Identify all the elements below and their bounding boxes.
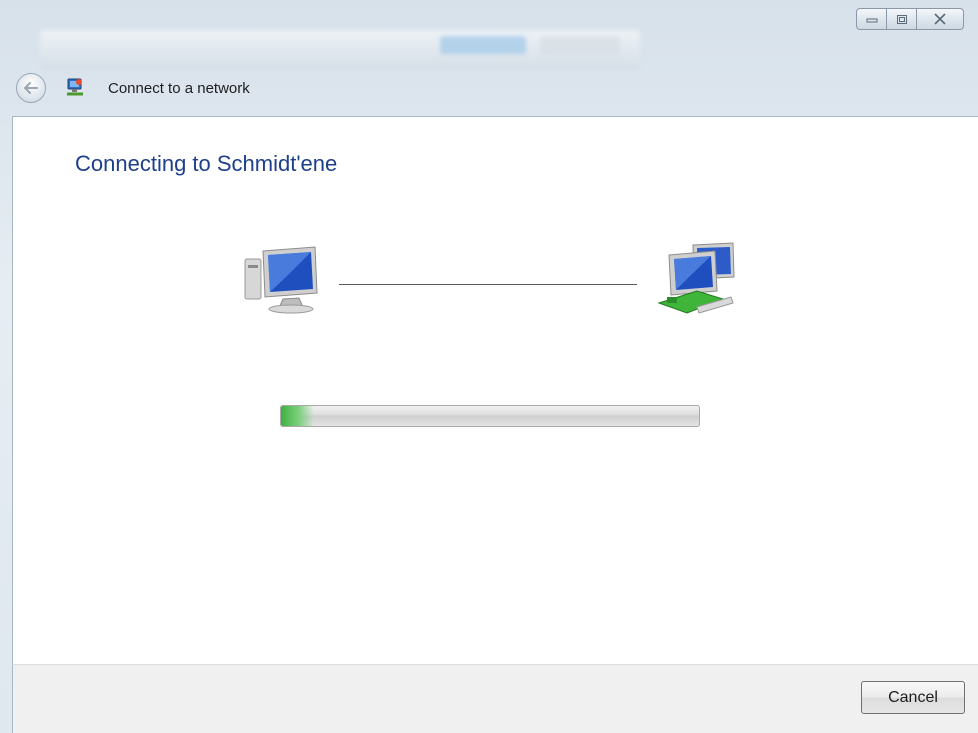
back-arrow-icon bbox=[24, 82, 38, 94]
minimize-button[interactable] bbox=[856, 8, 886, 30]
dialog-footer: Cancel bbox=[12, 664, 978, 733]
connection-progress-bar bbox=[280, 405, 700, 427]
background-window-blur bbox=[40, 30, 640, 70]
maximize-button[interactable] bbox=[886, 8, 916, 30]
caption-buttons bbox=[856, 8, 964, 30]
network-icon bbox=[67, 78, 83, 96]
navigation-bar: Connect to a network bbox=[16, 70, 250, 106]
cancel-button[interactable]: Cancel bbox=[861, 681, 965, 714]
back-button[interactable] bbox=[16, 73, 46, 103]
connecting-heading: Connecting to Schmidt'ene bbox=[75, 151, 338, 176]
window-title: Connect to a network bbox=[108, 79, 250, 97]
minimize-icon bbox=[866, 18, 877, 23]
close-button[interactable] bbox=[916, 8, 964, 30]
connection-line bbox=[339, 284, 637, 285]
connect-to-network-window: Connect to a network Connecting to Schmi… bbox=[0, 0, 978, 733]
progress-fill bbox=[281, 406, 315, 426]
computer-icon bbox=[244, 246, 318, 314]
network-computers-icon bbox=[657, 242, 735, 314]
maximize-icon bbox=[896, 14, 907, 24]
content-area: Connecting to Schmidt'ene bbox=[12, 116, 978, 665]
close-icon bbox=[934, 13, 946, 25]
